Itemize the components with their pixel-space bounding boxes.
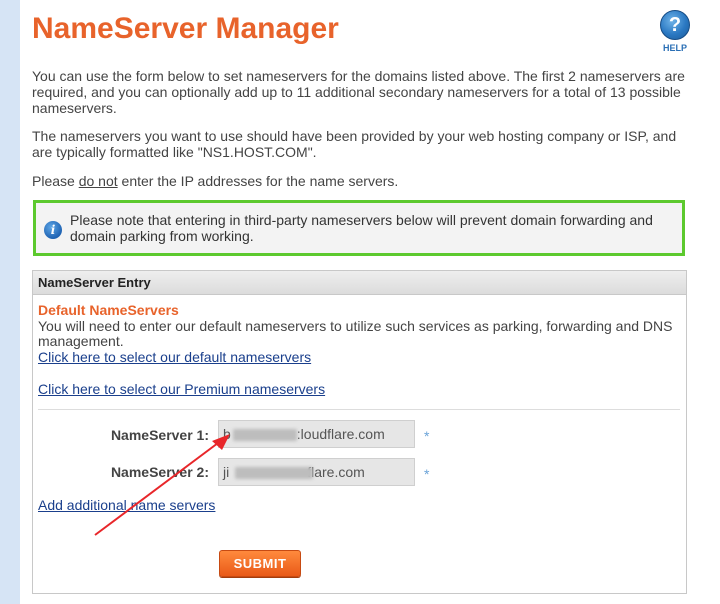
intro-paragraph-1: You can use the form below to set namese… (32, 68, 685, 116)
help-button[interactable]: ? HELP (658, 10, 692, 53)
select-default-nameservers-link[interactable]: Click here to select our default nameser… (38, 349, 311, 365)
nameserver-1-required-mark: * (424, 428, 430, 444)
notice-text: Please note that entering in third-party… (70, 212, 653, 244)
main-content: NameServer Manager ? HELP You can use th… (20, 0, 720, 604)
intro-paragraph-2: The nameservers you want to use should h… (32, 128, 677, 160)
intro-p3-before: Please (32, 173, 79, 189)
default-nameservers-description: You will need to enter our default names… (38, 318, 673, 349)
nameserver-1-input[interactable]: b :loudflare.com (218, 420, 415, 448)
select-premium-nameservers-link[interactable]: Click here to select our Premium nameser… (38, 381, 325, 397)
add-additional-nameservers-link[interactable]: Add additional name servers (38, 497, 215, 513)
nameserver-1-label: NameServer 1: (110, 427, 209, 443)
nameserver-2-input[interactable]: ji flare.com (218, 458, 415, 486)
help-icon[interactable]: ? (660, 10, 690, 40)
nameserver-1-value-suffix: :loudflare.com (296, 426, 385, 442)
nameserver-entry-panel: NameServer Entry Default NameServers You… (32, 270, 687, 594)
nameserver-2-value-prefix: ji (223, 464, 230, 480)
divider (38, 409, 680, 410)
intro-p3-emphasis: do not (78, 173, 118, 189)
notice-box: i Please note that entering in third-par… (33, 200, 685, 256)
help-label[interactable]: HELP (658, 43, 692, 53)
intro-paragraph-3: Please do not enter the IP addresses for… (32, 173, 692, 189)
page-title: NameServer Manager (32, 12, 339, 45)
info-icon: i (44, 221, 62, 239)
nameserver-2-value-suffix: flare.com (307, 464, 365, 480)
redaction-blur (235, 467, 313, 479)
submit-button[interactable]: SUBMIT (219, 550, 301, 577)
nameserver-2-label: NameServer 2: (110, 464, 209, 480)
redaction-blur (233, 429, 297, 441)
nameserver-1-value-prefix: b (223, 426, 231, 442)
left-sidebar-strip (0, 0, 20, 604)
panel-header: NameServer Entry (33, 271, 686, 295)
intro-p3-after: enter the IP addresses for the name serv… (117, 173, 399, 189)
default-nameservers-title: Default NameServers (38, 302, 179, 318)
nameserver-2-required-mark: * (424, 466, 430, 482)
